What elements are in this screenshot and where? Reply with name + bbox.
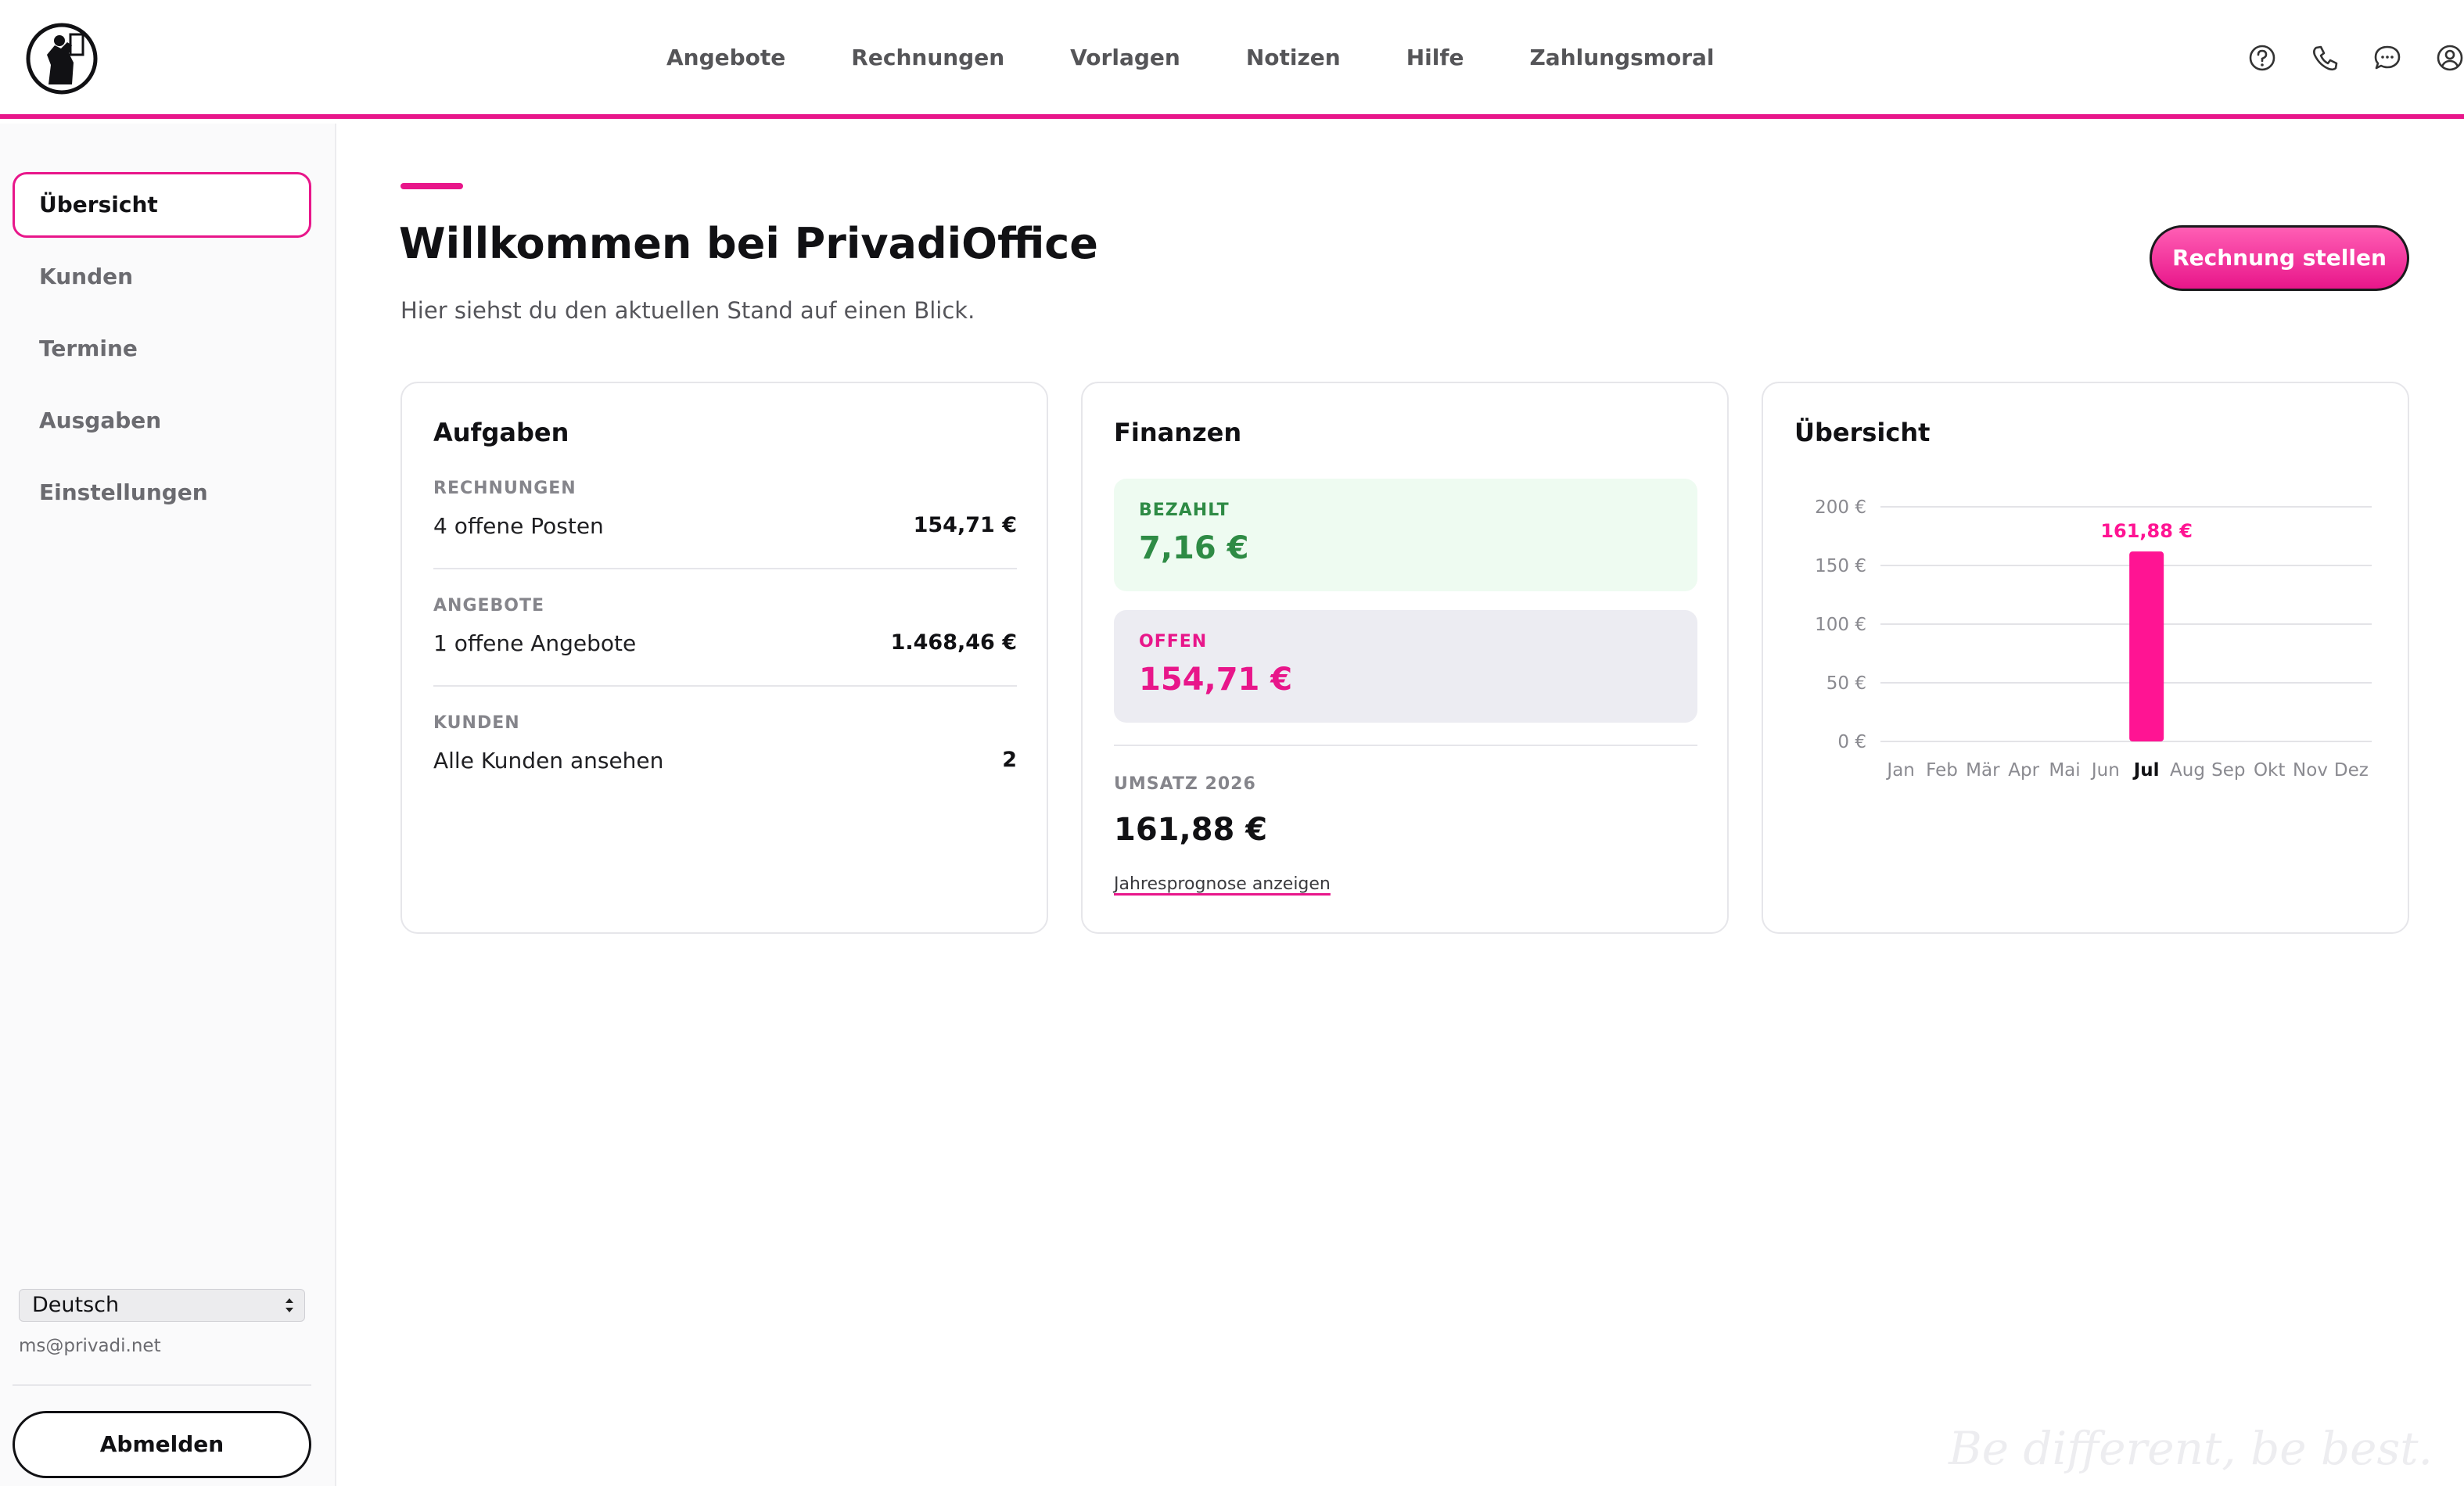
task-row-rechnungen[interactable]: RECHNUNGEN 4 offene Posten 154,71 € xyxy=(433,479,1017,588)
chart-x-tick: Jul xyxy=(2132,760,2160,781)
open-box: OFFEN 154,71 € xyxy=(1114,610,1697,723)
chart-x-tick: Aug xyxy=(2170,760,2205,781)
header-actions xyxy=(2222,38,2464,78)
logo-icon xyxy=(26,23,98,95)
language-select[interactable]: Deutsch xyxy=(19,1289,305,1322)
sidebar-item-termine[interactable]: Termine xyxy=(13,316,311,382)
tasks-card: Aufgaben RECHNUNGEN 4 offene Posten 154,… xyxy=(400,382,1048,934)
nav-notizen[interactable]: Notizen xyxy=(1246,38,1341,78)
revenue-value: 161,88 € xyxy=(1114,812,1268,848)
overview-card: Übersicht 0 € 50 € 100 € 150 € 200 € Jan Feb Mä… xyxy=(1762,382,2409,934)
task-label: 4 offene Posten xyxy=(433,513,604,539)
chart-x-tick: Nov xyxy=(2293,760,2328,781)
task-label: Alle Kunden ansehen xyxy=(433,748,664,774)
help-icon[interactable] xyxy=(2247,42,2278,74)
task-divider xyxy=(433,568,1017,569)
sidebar: Übersicht Kunden Termine Ausgaben Einste… xyxy=(0,124,336,1486)
task-kicker: RECHNUNGEN xyxy=(433,479,576,498)
finance-card: Finanzen BEZAHLT 7,16 € OFFEN 154,71 € U… xyxy=(1081,382,1729,934)
sidebar-item-ausgaben[interactable]: Ausgaben xyxy=(13,388,311,454)
chart-x-tick: Apr xyxy=(2008,760,2039,781)
top-nav: Angebote Rechnungen Vorlagen Notizen Hil… xyxy=(666,38,1715,78)
open-label: OFFEN xyxy=(1139,632,1208,651)
logo[interactable] xyxy=(25,22,99,95)
nav-rechnungen[interactable]: Rechnungen xyxy=(851,38,1004,78)
chart-x-tick: Sep xyxy=(2211,760,2245,781)
forecast-link[interactable]: Jahresprognose anzeigen xyxy=(1114,874,1331,894)
overview-card-title: Übersicht xyxy=(1794,418,1931,447)
nav-angebote[interactable]: Angebote xyxy=(666,38,785,78)
chart-data-label: 161,88 € xyxy=(2100,520,2193,542)
task-row-angebote[interactable]: ANGEBOTE 1 offene Angebote 1.468,46 € xyxy=(433,596,1017,705)
chart-x-tick: Mär xyxy=(1966,760,2000,781)
task-value: 2 xyxy=(1002,748,1017,772)
chart-y-tick: 200 € xyxy=(1815,497,1866,518)
nav-zahlungsmoral[interactable]: Zahlungsmoral xyxy=(1530,38,1715,78)
language-select-value: Deutsch xyxy=(32,1293,120,1317)
sidebar-item-kunden[interactable]: Kunden xyxy=(13,244,311,310)
chart-y-tick: 150 € xyxy=(1815,556,1866,576)
chart-x-tick: Feb xyxy=(1926,760,1958,781)
task-kicker: ANGEBOTE xyxy=(433,596,545,616)
task-kicker: KUNDEN xyxy=(433,713,520,733)
chart-x-tick: Dez xyxy=(2334,760,2369,781)
phone-icon[interactable] xyxy=(2309,42,2340,74)
create-invoice-button[interactable]: Rechnung stellen xyxy=(2150,225,2409,291)
chart-x-tick: Okt xyxy=(2254,760,2285,781)
task-value: 154,71 € xyxy=(913,513,1017,537)
open-amount: 154,71 € xyxy=(1139,662,1293,698)
chart-y-tick: 100 € xyxy=(1815,615,1866,635)
nav-hilfe[interactable]: Hilfe xyxy=(1406,38,1464,78)
finance-card-title: Finanzen xyxy=(1114,418,1242,447)
finance-divider xyxy=(1114,745,1697,746)
sidebar-item-einstellungen[interactable]: Einstellungen xyxy=(13,460,311,526)
chart-x-tick: Jun xyxy=(2090,760,2120,781)
paid-box: BEZAHLT 7,16 € xyxy=(1114,479,1697,591)
sidebar-item-uebersicht[interactable]: Übersicht xyxy=(13,172,311,238)
task-label: 1 offene Angebote xyxy=(433,630,637,656)
tasks-card-title: Aufgaben xyxy=(433,418,569,447)
chat-icon[interactable] xyxy=(2372,42,2403,74)
task-divider xyxy=(433,685,1017,687)
monthly-revenue-chart: 0 € 50 € 100 € 150 € 200 € Jan Feb Mär Apr Mai Jun… xyxy=(1815,497,2372,781)
chart-y-tick: 50 € xyxy=(1826,673,1866,694)
task-row-kunden[interactable]: KUNDEN Alle Kunden ansehen 2 xyxy=(433,713,1017,823)
top-bar: Angebote Rechnungen Vorlagen Notizen Hil… xyxy=(0,0,2464,119)
select-arrows-icon xyxy=(286,1298,293,1312)
logout-button[interactable]: Abmelden xyxy=(13,1411,311,1478)
chart-bar xyxy=(2129,551,2164,741)
chart-x-tick: Mai xyxy=(2049,760,2080,781)
title-accent-line xyxy=(400,183,463,189)
user-icon[interactable] xyxy=(2434,42,2464,74)
revenue-label: UMSATZ 2026 xyxy=(1114,774,1256,794)
watermark: Be different, be best. xyxy=(1949,1422,2433,1475)
paid-label: BEZAHLT xyxy=(1139,501,1230,520)
page-subtitle: Hier siehst du den aktuellen Stand auf e… xyxy=(400,297,975,324)
nav-vorlagen[interactable]: Vorlagen xyxy=(1070,38,1180,78)
page-title: Willkommen bei PrivadiOffice xyxy=(399,219,1098,268)
user-email: ms@privadi.net xyxy=(19,1336,161,1356)
paid-amount: 7,16 € xyxy=(1139,530,1249,566)
sidebar-divider xyxy=(13,1384,311,1386)
task-value: 1.468,46 € xyxy=(890,630,1017,655)
chart-x-tick: Jan xyxy=(1885,760,1914,781)
chart-y-tick: 0 € xyxy=(1837,732,1866,752)
